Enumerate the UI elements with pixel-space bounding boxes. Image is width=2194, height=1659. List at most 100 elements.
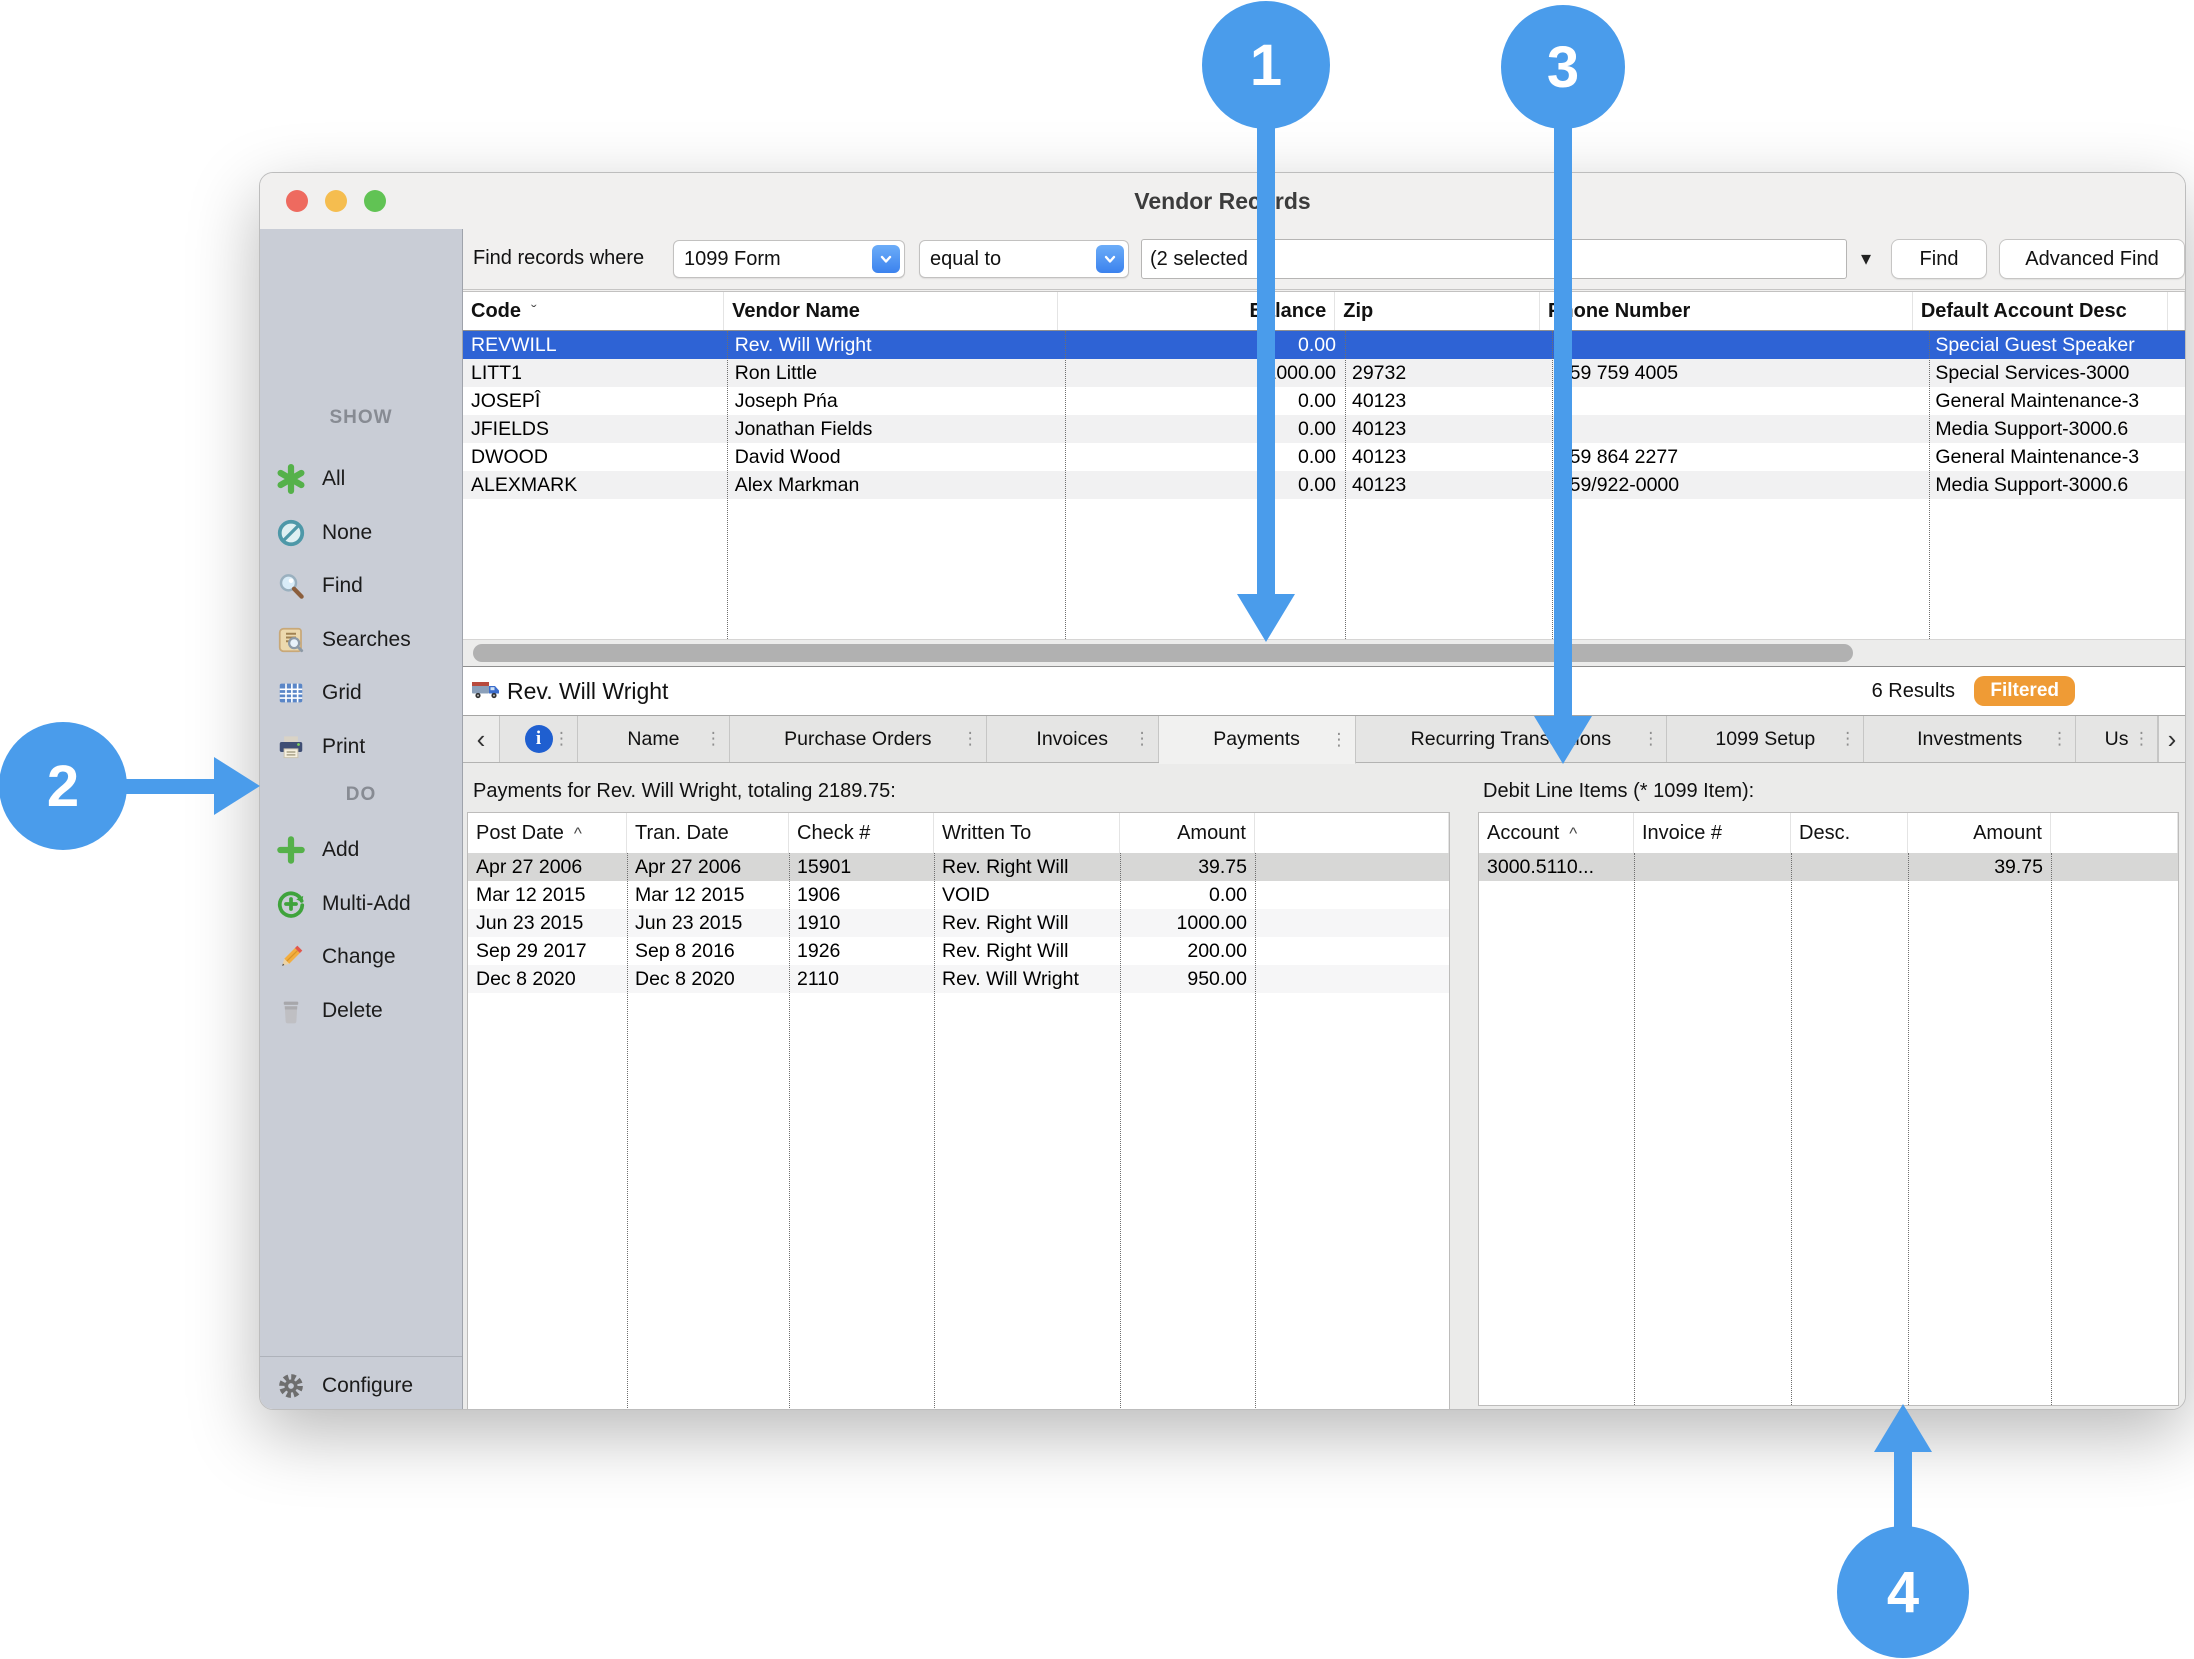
payment-row[interactable]: Jun 23 2015Jun 23 20151910Rev. Right Wil… (468, 909, 1449, 937)
column-header-default-account-desc[interactable]: Default Account Desc (1913, 292, 2168, 330)
payment-row[interactable]: Apr 27 2006Apr 27 200615901Rev. Right Wi… (468, 853, 1449, 881)
sidebar-item-all[interactable]: All (274, 459, 345, 499)
payment-row[interactable]: Mar 12 2015Mar 12 20151906VOID0.00 (468, 881, 1449, 909)
sidebar-item-print[interactable]: Print (274, 727, 365, 767)
cell: 2110 (789, 965, 934, 993)
sidebar-item-configure[interactable]: Configure (274, 1366, 413, 1406)
sidebar-item-none[interactable]: None (274, 513, 372, 553)
cell: 1000.00 (1120, 909, 1255, 937)
no-entry-icon (274, 516, 308, 550)
tab-label: Us (2105, 728, 2129, 751)
filtered-badge[interactable]: Filtered (1974, 676, 2075, 706)
find-button[interactable]: Find (1891, 239, 1987, 279)
debit-items-table: Account^Invoice #Desc.Amount 3000.5110..… (1478, 812, 2179, 1406)
cell: Apr 27 2006 (627, 853, 789, 881)
payment-row[interactable]: Dec 8 2020Dec 8 20202110Rev. Will Wright… (468, 965, 1449, 993)
sidebar-item-change[interactable]: Change (274, 937, 396, 977)
history-dropdown-arrow[interactable]: ▾ (1861, 246, 1871, 271)
debit-items-section-title: Debit Line Items (* 1099 Item): (1483, 780, 1754, 803)
tab-purchase-orders[interactable]: Purchase Orders⋮ (730, 716, 987, 762)
tab-recurring-transactions[interactable]: Recurring Transactions⋮ (1356, 716, 1668, 762)
tabs-scroll-right[interactable]: › (2158, 716, 2185, 762)
column-header-balance[interactable]: Balance (1058, 292, 1335, 330)
cell: 3000.5110... (1479, 853, 1634, 881)
vendor-row[interactable]: REVWILLRev. Will Wright0.00Special Guest… (463, 331, 2185, 359)
sidebar-item-searches[interactable]: Searches (274, 620, 411, 660)
column-header-invoice-[interactable]: Invoice # (1634, 813, 1791, 853)
cell: Jun 23 2015 (468, 909, 627, 937)
vendor-row[interactable]: LITT1Ron Little-1000.0029732859 759 4005… (463, 359, 2185, 387)
sidebar-item-find[interactable]: Find (274, 566, 363, 606)
cell (1551, 387, 1928, 415)
column-header-amount[interactable]: Amount (1908, 813, 2051, 853)
vendor-table-rows: REVWILLRev. Will Wright0.00Special Guest… (463, 331, 2185, 639)
payment-row[interactable]: Sep 29 2017Sep 8 20161926Rev. Right Will… (468, 937, 1449, 965)
column-separator (627, 853, 628, 1410)
column-header-amount[interactable]: Amount (1120, 813, 1255, 853)
cell: ALEXMARK (463, 471, 727, 499)
column-separator (1552, 331, 1553, 639)
column-header-tran-date[interactable]: Tran. Date (627, 813, 789, 853)
tab-handle-dots: ⋮ (705, 729, 722, 749)
sidebar-item-grid[interactable]: Grid (274, 673, 362, 713)
tabs-scroll-left[interactable]: ‹ (463, 716, 500, 762)
payments-table: Post Date^Tran. DateCheck #Written ToAmo… (467, 812, 1450, 1410)
cell: -1000.00 (1064, 359, 1344, 387)
vendor-table-header: CodeˇVendor NameBalanceZipPhone NumberDe… (463, 291, 2185, 331)
chevron-down-icon (872, 245, 900, 273)
cell: Rev. Will Wright (934, 965, 1120, 993)
debit-row[interactable]: 3000.5110...39.75 (1479, 853, 2178, 881)
cell: Jun 23 2015 (627, 909, 789, 937)
column-header-written-to[interactable]: Written To (934, 813, 1120, 853)
sidebar-item-label: Find (322, 574, 363, 598)
column-header-desc-[interactable]: Desc. (1791, 813, 1908, 853)
column-header-code[interactable]: Codeˇ (463, 292, 724, 330)
tab-1099-setup[interactable]: 1099 Setup⋮ (1667, 716, 1864, 762)
tab-investments[interactable]: Investments⋮ (1864, 716, 2076, 762)
field-dropdown[interactable]: 1099 Form (673, 240, 905, 278)
cell: VOID (934, 881, 1120, 909)
column-header-zip[interactable]: Zip (1335, 292, 1540, 330)
cell: 0.00 (1064, 387, 1344, 415)
cell: Sep 29 2017 (468, 937, 627, 965)
vendor-row[interactable]: DWOODDavid Wood0.0040123859 864 2277Gene… (463, 443, 2185, 471)
sidebar-item-delete[interactable]: Delete (274, 991, 383, 1031)
column-header-phone-number[interactable]: Phone Number (1540, 292, 1913, 330)
cell: Jonathan Fields (727, 415, 1065, 443)
advanced-find-button[interactable]: Advanced Find (1999, 239, 2185, 279)
column-header-check-[interactable]: Check # (789, 813, 934, 853)
sidebar-item-add[interactable]: Add (274, 830, 359, 870)
column-header-filler (2168, 292, 2185, 330)
payments-table-rows: Apr 27 2006Apr 27 200615901Rev. Right Wi… (468, 853, 1449, 1410)
column-separator (1634, 853, 1635, 1405)
column-header-post-date[interactable]: Post Date^ (468, 813, 627, 853)
sidebar-item-multi-add[interactable]: Multi-Add (274, 884, 411, 924)
cell: 40123 (1344, 443, 1551, 471)
callout-2-arrow (124, 779, 216, 794)
cell (1551, 415, 1928, 443)
tab-payments[interactable]: Payments⋮ (1159, 716, 1356, 764)
vendor-row[interactable]: ALEXMARKAlex Markman0.0040123859/922-000… (463, 471, 2185, 499)
vendor-row[interactable]: JFIELDSJonathan Fields0.0040123Media Sup… (463, 415, 2185, 443)
callout-4-circle: 4 (1837, 1526, 1969, 1658)
column-separator (2051, 853, 2052, 1405)
tab-name[interactable]: Name⋮ (578, 716, 730, 762)
tab-info[interactable]: i⋮ (500, 716, 578, 762)
tab-us[interactable]: Us⋮ (2076, 716, 2158, 762)
cell: General Maintenance-3 (1927, 443, 2185, 471)
column-header-filler (2051, 813, 2178, 853)
vendor-row[interactable]: JOSEPÎJoseph Pńa0.0040123General Mainten… (463, 387, 2185, 415)
horizontal-scrollbar-thumb[interactable] (473, 644, 1853, 662)
cell: 40123 (1344, 471, 1551, 499)
cell: 859/922-0000 (1551, 471, 1928, 499)
sidebar-item-label: Searches (322, 628, 411, 652)
operator-dropdown[interactable]: equal to (919, 240, 1129, 278)
tab-invoices[interactable]: Invoices⋮ (987, 716, 1159, 762)
column-header-vendor-name[interactable]: Vendor Name (724, 292, 1058, 330)
column-header-account[interactable]: Account^ (1479, 813, 1634, 853)
cell: 40123 (1344, 387, 1551, 415)
cell: 859 864 2277 (1551, 443, 1928, 471)
search-value-input[interactable]: (2 selected (1141, 239, 1847, 279)
magnifier-icon (274, 569, 308, 603)
callout-2-circle: 2 (0, 722, 127, 850)
